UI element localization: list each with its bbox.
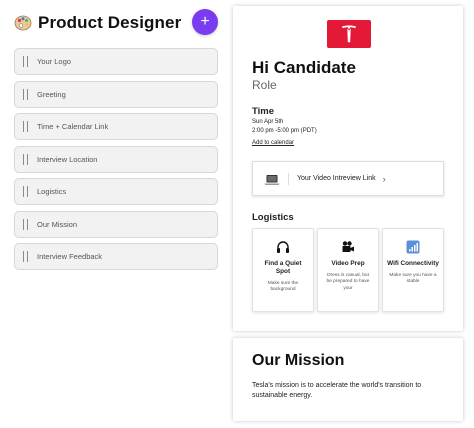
video-interview-link[interactable]: Your Video Intreview Link › (252, 161, 444, 196)
mission-text: Tesla's mission is to accelerate the wor… (252, 382, 422, 399)
section-item-interview-location[interactable]: Interview Location (14, 145, 218, 173)
mission-heading: Our Mission (252, 352, 345, 369)
logistics-card-title: Video Prep (331, 260, 365, 267)
greeting-heading: Hi Candidate (252, 58, 356, 77)
preview-mission-card: Our Mission Tesla's mission is to accele… (233, 338, 463, 421)
editor-panel: Product Designer + Your Logo Greeting Ti… (0, 0, 230, 428)
section-item-interview-feedback[interactable]: Interview Feedback (14, 243, 218, 270)
drag-handle-icon[interactable] (23, 88, 28, 100)
drag-handle-icon[interactable] (23, 121, 28, 132)
section-item-time-calendar[interactable]: Time + Calendar Link (14, 113, 218, 140)
drag-handle-icon[interactable] (23, 56, 28, 67)
add-to-calendar-link[interactable]: Add to calendar (252, 140, 294, 146)
divider (288, 172, 289, 185)
video-link-label: Your Video Intreview Link (297, 175, 376, 182)
tesla-logo-icon (342, 25, 356, 43)
add-section-button[interactable]: + (192, 9, 218, 35)
editor-header: Product Designer + (14, 8, 220, 38)
time-range: 2:00 pm -5:00 pm (PDT) (252, 128, 317, 134)
logistics-card-desc: Make sure you have a stable (389, 273, 437, 285)
section-item-logistics[interactable]: Logistics (14, 178, 218, 205)
laptop-icon (264, 173, 280, 185)
section-item-label: Logistics (37, 187, 67, 196)
section-item-label: Time + Calendar Link (37, 122, 109, 131)
headphones-icon (276, 240, 290, 254)
logistics-card-quiet-spot: Find a Quiet Spot Make sure the backgrou… (252, 228, 314, 312)
logistics-card-title: Wifi Connectivity (387, 260, 439, 267)
chevron-right-icon: › (382, 173, 386, 184)
logistics-heading: Logistics (252, 212, 294, 223)
section-item-logo[interactable]: Your Logo (14, 48, 218, 75)
tesla-logo (327, 20, 371, 48)
section-item-label: Our Mission (37, 219, 78, 229)
logistics-card-desc: Dress is casual, but be prepared to have… (326, 273, 370, 291)
logistics-card-video-prep: Video Prep Dress is casual, but be prepa… (317, 228, 379, 312)
section-item-label: Interview Location (37, 154, 98, 164)
section-item-label: Greeting (37, 89, 66, 99)
logistics-card-desc: Make sure the background (267, 281, 299, 293)
logistics-card-wifi: Wifi Connectivity Make sure you have a s… (382, 228, 444, 312)
preview-main-card: Hi Candidate Role Time Sun Apr 5th 2:00 … (233, 6, 463, 331)
signal-icon (406, 240, 420, 254)
drag-handle-icon[interactable] (23, 153, 28, 165)
section-list: Your Logo Greeting Time + Calendar Link … (14, 48, 218, 276)
section-item-greeting[interactable]: Greeting (14, 80, 218, 108)
time-heading: Time (252, 106, 275, 117)
time-date: Sun Apr 5th (252, 119, 284, 125)
page-title: Product Designer (38, 13, 182, 32)
role-text: Role (252, 78, 277, 92)
drag-handle-icon[interactable] (23, 186, 28, 197)
section-item-our-mission[interactable]: Our Mission (14, 210, 218, 238)
palette-icon (14, 14, 32, 32)
logistics-card-title: Find a Quiet Spot (264, 260, 302, 275)
section-item-label: Your Logo (37, 57, 71, 66)
drag-handle-icon[interactable] (23, 218, 28, 230)
drag-handle-icon[interactable] (23, 251, 28, 262)
section-item-label: Interview Feedback (37, 252, 103, 261)
camera-icon (341, 240, 355, 254)
